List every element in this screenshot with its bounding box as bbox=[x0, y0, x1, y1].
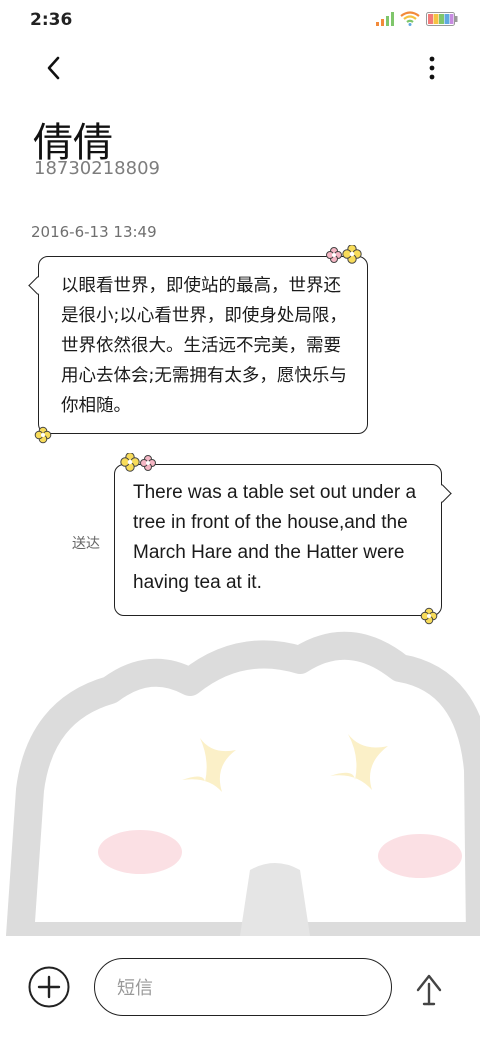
chevron-left-icon bbox=[47, 56, 60, 80]
more-options-button[interactable] bbox=[420, 50, 444, 86]
flower-decoration-icon bbox=[420, 607, 438, 625]
back-button[interactable] bbox=[36, 50, 72, 86]
plus-circle-icon bbox=[28, 966, 70, 1008]
bubble-tail bbox=[433, 484, 452, 503]
background-illustration bbox=[0, 620, 480, 936]
add-attachment-button[interactable] bbox=[28, 966, 70, 1008]
outgoing-message-text: There was a table set out under a tree i… bbox=[133, 482, 417, 593]
sms-input-placeholder: 短信 bbox=[117, 978, 153, 999]
message-timestamp: 2016-6-13 13:49 bbox=[31, 223, 157, 241]
header bbox=[0, 44, 480, 94]
wifi-icon bbox=[400, 11, 420, 26]
contact-number: 18730218809 bbox=[34, 158, 160, 179]
sms-input[interactable]: 短信 bbox=[94, 958, 392, 1016]
incoming-message-text: 以眼看世界，即使站的最高，世界还是很小;以心看世界，即使身处局限，世界依然很大。… bbox=[61, 276, 347, 416]
flower-decoration-icon bbox=[326, 245, 362, 264]
status-bar: 2:36 bbox=[0, 0, 480, 40]
compose-bar: 短信 bbox=[0, 936, 480, 1040]
status-icons bbox=[376, 11, 458, 26]
send-button[interactable] bbox=[412, 970, 446, 1008]
incoming-message-bubble[interactable]: 以眼看世界，即使站的最高，世界还是很小;以心看世界，即使身处局限，世界依然很大。… bbox=[28, 245, 368, 444]
delivery-status: 送达 bbox=[72, 536, 100, 552]
flower-decoration-icon bbox=[120, 453, 156, 472]
arrow-up-icon bbox=[416, 974, 442, 1006]
flower-decoration-icon bbox=[34, 426, 52, 444]
more-vertical-icon bbox=[429, 56, 435, 80]
bubble-tail bbox=[28, 276, 47, 295]
outgoing-message-bubble[interactable]: There was a table set out under a tree i… bbox=[114, 453, 452, 625]
battery-icon bbox=[426, 11, 458, 26]
status-time: 2:36 bbox=[30, 10, 73, 30]
signal-icon bbox=[376, 11, 394, 26]
